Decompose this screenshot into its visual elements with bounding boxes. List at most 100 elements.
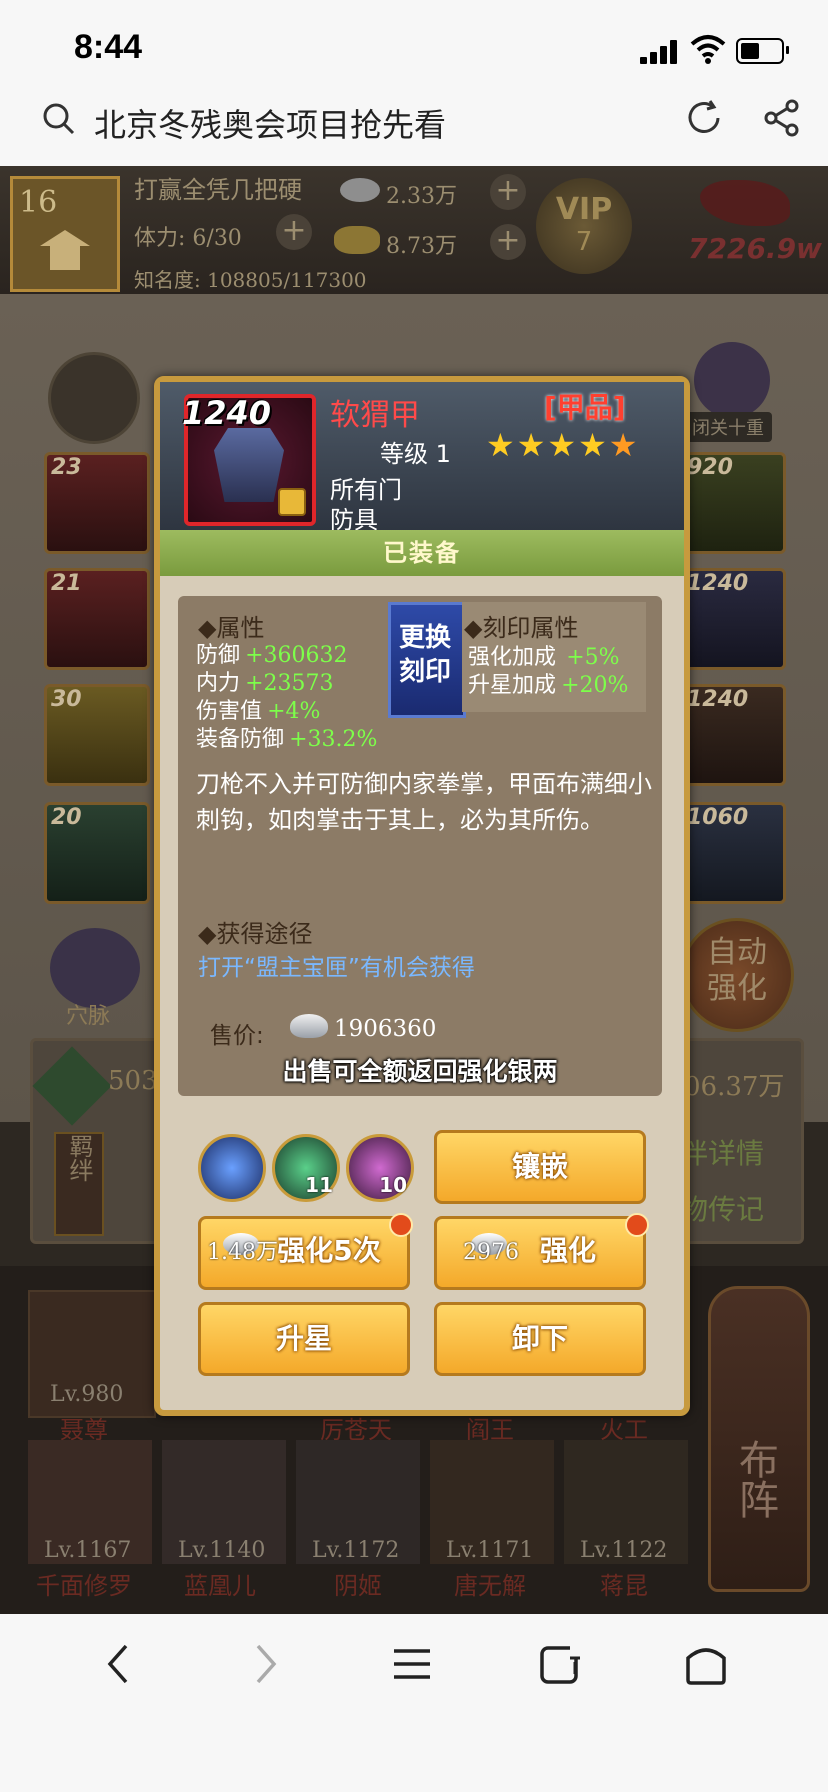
equip-slot-right-2[interactable]: 1240 — [680, 568, 786, 670]
equip-slot-right-4[interactable]: 1060 — [680, 802, 786, 904]
unequip-button[interactable]: 卸下 — [434, 1302, 646, 1376]
seal-attribute-value: +5% — [566, 645, 620, 670]
silver-ingot-icon — [290, 1014, 328, 1038]
equip-slot-right-1[interactable]: 920 — [680, 452, 786, 554]
notification-dot — [389, 1213, 413, 1237]
item-header: 1240 软猬甲 [甲品] 等级 1 ★★★★★ 所有门 防具 — [160, 382, 684, 534]
inlay-button[interactable]: 镶嵌 — [434, 1130, 646, 1204]
menu-icon[interactable] — [394, 1648, 430, 1680]
seal-attribute-value: +20% — [561, 673, 629, 698]
attribute-name: 防御 — [196, 643, 241, 668]
signal-icon — [640, 40, 680, 64]
equipped-banner: 已装备 — [160, 530, 684, 576]
slot-level: 30 — [51, 687, 82, 712]
back-button[interactable] — [48, 352, 140, 444]
enhance-5-button[interactable]: 强化5次 1.48万 — [198, 1213, 413, 1290]
sell-price: 1906360 — [334, 1016, 437, 1042]
refresh-icon[interactable] — [684, 98, 724, 138]
formation-button[interactable]: 布阵 — [708, 1286, 810, 1592]
slot-level: 1060 — [687, 805, 749, 830]
auto-enhance-button[interactable]: 自动强化 — [680, 918, 794, 1032]
forward-icon[interactable] — [254, 1644, 278, 1684]
equip-slot-left-3[interactable]: 30 — [44, 684, 150, 786]
wifi-icon — [690, 34, 726, 68]
hero-level: Lv.1140 — [178, 1538, 266, 1563]
player-name: 打赢全凭几把硬 — [134, 176, 302, 204]
slot-level: 23 — [51, 455, 82, 480]
equip-slot-right-3[interactable]: 1240 — [680, 684, 786, 786]
battery-icon — [736, 38, 789, 64]
item-name: 软猬甲 — [330, 398, 420, 433]
hero-level: Lv.1167 — [44, 1538, 132, 1563]
star-icon: ★ — [578, 426, 609, 464]
story-link[interactable]: 物传记 — [680, 1188, 764, 1228]
tabs-icon[interactable] — [540, 1644, 582, 1684]
gem-count: 10 — [379, 1173, 407, 1197]
ming-value: 503 — [108, 1066, 158, 1096]
stamina-add-icon[interactable]: + — [276, 214, 312, 250]
enhance-button[interactable]: 强化 2976 — [434, 1213, 649, 1290]
item-power: 1240 — [182, 394, 272, 432]
hero-name: 蒋昆 — [600, 1572, 648, 1600]
retreat-avatar[interactable] — [694, 342, 770, 418]
hero-name: 蓝凰儿 — [184, 1572, 256, 1600]
attribute-value: +23573 — [245, 671, 334, 696]
silver-add-icon[interactable]: + — [490, 174, 526, 210]
hero-name: 阴姬 — [334, 1572, 382, 1600]
attribute-value: +4% — [267, 699, 321, 724]
hero-level: Lv.1172 — [312, 1538, 400, 1563]
equip-slot-left-2[interactable]: 21 — [44, 568, 150, 670]
hero-name: 唐无解 — [454, 1572, 526, 1600]
seal-attribute-name: 升星加成 — [468, 673, 557, 698]
silver-amount: 2.33万 — [386, 184, 457, 209]
meridian-label: 穴脉 — [66, 1004, 111, 1029]
meridian-button[interactable] — [50, 928, 140, 1008]
bond-tag[interactable]: 羁绊 — [54, 1132, 104, 1236]
slot-level: 21 — [51, 571, 82, 596]
bond-detail-link[interactable]: 伴详情 — [680, 1132, 764, 1172]
browser-navbar — [0, 1614, 828, 1792]
attribute-name: 伤害值 — [196, 699, 263, 724]
sell-note: 出售可全额返回强化银两 — [282, 1057, 558, 1086]
star-icon: ★ — [486, 426, 517, 464]
inlay-label: 镶嵌 — [511, 1150, 568, 1183]
star-icon: ★ — [516, 426, 548, 464]
bond-label: 羁绊 — [65, 1134, 93, 1182]
search-icon[interactable] — [42, 102, 76, 136]
search-input[interactable]: 北京冬残奥会项目抢先看 — [94, 100, 446, 146]
vip-badge[interactable]: VIP 7 — [536, 178, 632, 274]
attribute-value: +360632 — [245, 643, 348, 668]
player-level: 16 — [19, 185, 58, 220]
gem-slot-green[interactable]: 11 — [272, 1134, 340, 1202]
status-time: 8:44 — [74, 28, 143, 66]
equip-slot-left-4[interactable]: 20 — [44, 802, 150, 904]
item-grade: [甲品] — [544, 391, 626, 424]
share-icon[interactable] — [762, 98, 802, 138]
item-description: 刀枪不入并可防御内家拳掌，甲面布满细小刺钩，如肉掌击于其上，必为其所伤。 — [196, 770, 652, 834]
player-header: 16 打赢全凭几把硬 体力: 6/30 知名度: 108805/117300 +… — [0, 166, 828, 294]
home-icon[interactable] — [684, 1642, 728, 1686]
gem-slot-blue[interactable] — [198, 1134, 266, 1202]
change-seal-label: 更换刻印 — [398, 623, 451, 687]
player-level-badge[interactable]: 16 — [10, 176, 120, 292]
back-icon[interactable] — [106, 1644, 130, 1684]
equip-slot-left-1[interactable]: 23 — [44, 452, 150, 554]
fame: 知名度: 108805/117300 — [134, 268, 367, 292]
seal-attributes-header: ◆刻印属性 — [464, 614, 579, 642]
item-info-panel: ◆属性 防御 +360632 内力 +23573 伤害值 +4% 装备防御 +3… — [178, 596, 662, 1096]
slot-level: 1240 — [687, 687, 749, 712]
vip-level: 7 — [575, 227, 593, 257]
item-detail-dialog: 1240 软猬甲 [甲品] 等级 1 ★★★★★ 所有门 防具 已装备 ◆属性 … — [154, 376, 690, 1416]
notification-dot — [625, 1213, 649, 1237]
right-stat-value: 06.37万 — [684, 1072, 785, 1102]
change-seal-button[interactable]: 更换刻印 — [388, 602, 466, 718]
seal-attribute-list: 强化加成 +5% 升星加成 +20% — [468, 644, 628, 700]
gem-socket-icon — [278, 488, 306, 516]
gold-add-icon[interactable]: + — [490, 224, 526, 260]
attribute-name: 内力 — [196, 671, 241, 696]
gem-count: 11 — [305, 1173, 333, 1197]
obtain-link[interactable]: 打开“盟主宝匣”有机会获得 — [198, 948, 475, 982]
gem-slot-purple[interactable]: 10 — [346, 1134, 414, 1202]
attribute-row: 伤害值 +4% — [196, 698, 377, 726]
star-up-button[interactable]: 升星 — [198, 1302, 410, 1376]
